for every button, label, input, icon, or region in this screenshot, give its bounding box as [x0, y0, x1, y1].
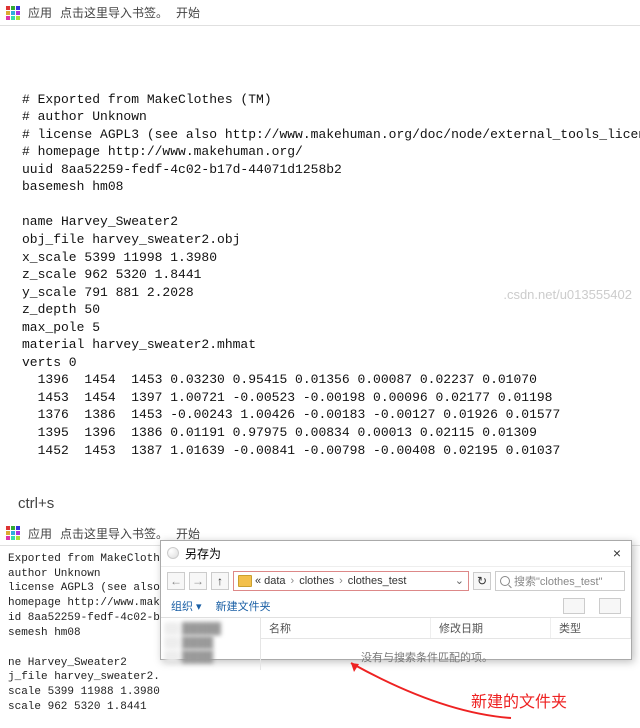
close-icon[interactable]: ×: [609, 545, 625, 561]
tree-item[interactable]: ████: [165, 651, 256, 663]
nav-fwd-icon: →: [189, 572, 207, 590]
folder-icon: [238, 575, 252, 587]
search-placeholder: 搜索"clothes_test": [514, 573, 603, 589]
annotation-text: 新建的文件夹: [471, 688, 567, 712]
start-link[interactable]: 开始: [176, 4, 200, 21]
crumb-pre: «: [255, 575, 261, 587]
apps-icon[interactable]: [6, 6, 20, 20]
dialog-titlebar: 另存为 ×: [161, 541, 631, 567]
view-button[interactable]: [563, 598, 585, 614]
nav-up-icon[interactable]: ↑: [211, 572, 229, 590]
col-date[interactable]: 修改日期: [431, 618, 551, 638]
search-input[interactable]: 搜索"clothes_test": [495, 571, 625, 591]
chevron-right-icon: ›: [291, 575, 295, 587]
dialog-title: 另存为: [185, 545, 221, 562]
file-content: .csdn.net/u013555402 # Exported from Mak…: [0, 26, 640, 485]
col-type[interactable]: 类型: [551, 618, 631, 638]
chevron-right-icon: ›: [339, 575, 343, 587]
help-button[interactable]: [599, 598, 621, 614]
save-as-dialog: 另存为 × ← → ↑ « data › clothes › clothes_t…: [160, 540, 632, 660]
col-name[interactable]: 名称: [261, 618, 431, 638]
chevron-down-icon[interactable]: ⌄: [455, 574, 464, 587]
search-icon: [500, 576, 510, 586]
organize-menu[interactable]: 组织 ▾: [171, 598, 202, 614]
folder-tree[interactable]: █████ ████ ████: [161, 618, 261, 670]
tree-item[interactable]: ████: [165, 637, 256, 649]
tree-item[interactable]: █████: [165, 623, 256, 635]
bookmark-bar: 应用 点击这里导入书签。 开始: [0, 0, 640, 26]
path-row: ← → ↑ « data › clothes › clothes_test ⌄ …: [161, 567, 631, 595]
file-list: 名称 修改日期 类型 没有与搜索条件匹配的项。 新建的文件夹: [261, 618, 631, 670]
shortcut-label: ctrl+s: [0, 485, 640, 522]
dialog-toolbar: 组织 ▾ 新建文件夹: [161, 595, 631, 618]
apps-link[interactable]: 应用: [28, 4, 52, 21]
crumb-3[interactable]: clothes_test: [348, 575, 407, 587]
apps-link[interactable]: 应用: [28, 525, 52, 542]
nav-back-icon[interactable]: ←: [167, 572, 185, 590]
refresh-icon[interactable]: ↻: [473, 572, 491, 590]
empty-message: 没有与搜索条件匹配的项。: [261, 639, 631, 665]
new-folder-button[interactable]: 新建文件夹: [216, 598, 271, 614]
file-content-small: Exported from MakeClothes ( author Unkno…: [0, 546, 160, 719]
crumb-1[interactable]: data: [264, 575, 285, 587]
breadcrumb[interactable]: « data › clothes › clothes_test ⌄: [233, 571, 469, 591]
second-screenshot: 应用 点击这里导入书签。 开始 Exported from MakeClothe…: [0, 522, 640, 719]
import-hint[interactable]: 点击这里导入书签。: [60, 525, 168, 542]
crumb-2[interactable]: clothes: [299, 575, 334, 587]
import-hint[interactable]: 点击这里导入书签。: [60, 4, 168, 21]
apps-icon[interactable]: [6, 526, 20, 540]
list-header: 名称 修改日期 类型: [261, 618, 631, 639]
